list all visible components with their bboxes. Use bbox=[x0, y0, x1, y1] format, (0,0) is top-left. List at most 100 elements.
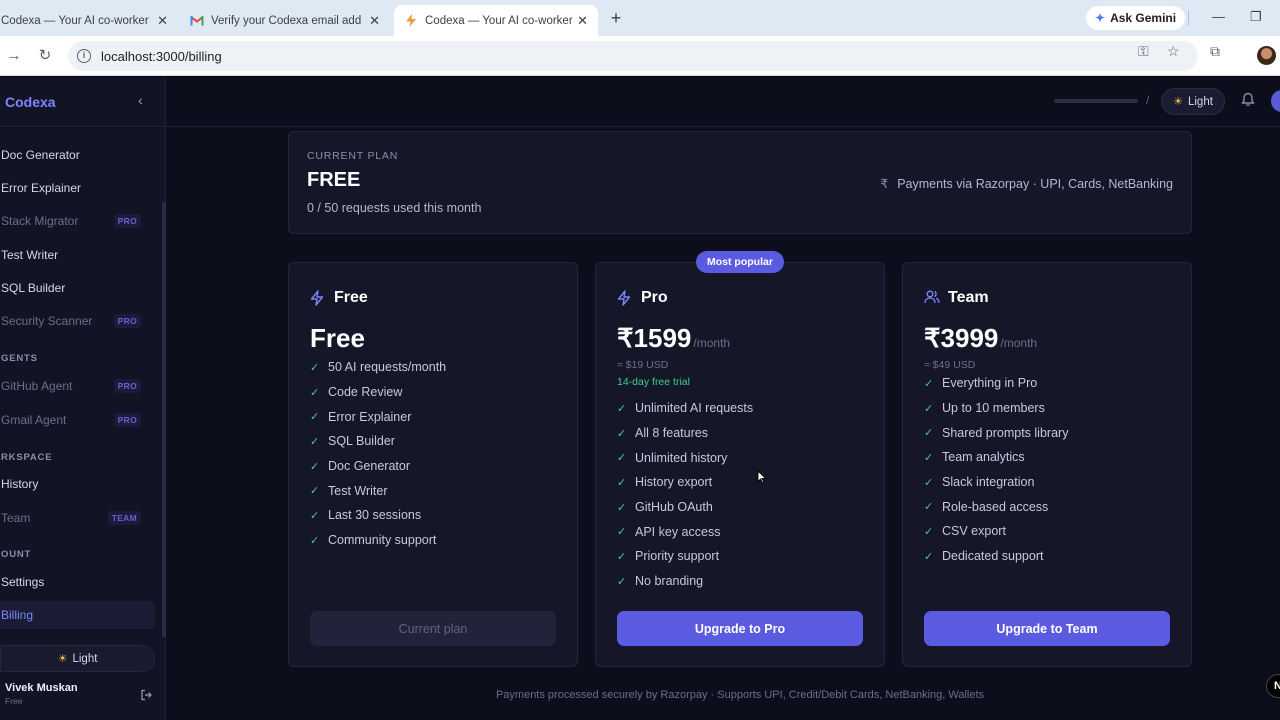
password-key-icon[interactable]: ⚿ bbox=[1138, 43, 1149, 60]
plan-name: Free bbox=[334, 289, 368, 306]
feature-text: History export bbox=[635, 475, 713, 490]
bookmark-star-icon[interactable]: ☆ bbox=[1167, 43, 1180, 60]
usd-equivalent: ≈ $49 USD bbox=[924, 359, 976, 371]
plan-header: Pro bbox=[617, 289, 668, 307]
feature-item: ✓ Slack integration bbox=[924, 470, 1068, 495]
omnibox[interactable]: i localhost:3000/billing bbox=[68, 41, 1198, 71]
browser-tab-active[interactable]: Codexa — Your AI co-worker fo ✕ bbox=[394, 5, 598, 36]
feature-text: 50 AI requests/month bbox=[328, 360, 447, 375]
feature-text: GitHub OAuth bbox=[635, 500, 713, 515]
close-tab-icon[interactable]: ✕ bbox=[369, 13, 380, 29]
sidebar-item-label: Settings bbox=[1, 575, 45, 589]
browser-tab[interactable]: Codexa — Your AI co-worker fo ✕ bbox=[0, 5, 178, 36]
feature-text: Slack integration bbox=[942, 475, 1035, 490]
feature-item: ✓ Dedicated support bbox=[924, 544, 1068, 569]
payment-footer-note: Payments processed securely by Razorpay … bbox=[495, 689, 985, 701]
tab-title: Codexa — Your AI co-worker fo bbox=[1, 14, 149, 27]
profile-avatar[interactable] bbox=[1257, 46, 1276, 65]
check-icon: ✓ bbox=[924, 427, 934, 440]
upgrade-to-pro-button[interactable]: Upgrade to Pro bbox=[617, 611, 863, 646]
sidebar-item-sql-builder[interactable]: SQL Builder bbox=[0, 274, 155, 302]
lightning-icon bbox=[617, 290, 633, 306]
user-name: Vivek Muskan bbox=[5, 682, 78, 694]
feature-text: SQL Builder bbox=[328, 434, 395, 449]
usd-equivalent: ≈ $19 USD bbox=[617, 359, 669, 371]
plan-name: Pro bbox=[641, 289, 668, 306]
restore-icon[interactable]: ❐ bbox=[1250, 9, 1262, 25]
feature-text: All 8 features bbox=[635, 426, 708, 441]
sidebar-item-settings[interactable]: Settings bbox=[0, 568, 155, 596]
pro-badge: PRO bbox=[113, 379, 141, 393]
sidebar-item-test-writer[interactable]: Test Writer bbox=[0, 241, 155, 269]
lightning-icon bbox=[310, 290, 326, 306]
check-icon: ✓ bbox=[617, 526, 627, 539]
ask-gemini-label: Ask Gemini bbox=[1110, 11, 1177, 25]
sidebar-item-billing[interactable]: Billing bbox=[0, 601, 155, 629]
tab-title: Codexa — Your AI co-worker fo bbox=[425, 14, 573, 27]
floating-n-badge[interactable]: N bbox=[1266, 674, 1280, 698]
sidebar-header: Codexa ‹ bbox=[0, 77, 166, 127]
sidebar-item-label: Test Writer bbox=[1, 248, 59, 262]
site-info-icon[interactable]: i bbox=[77, 49, 91, 63]
sidebar-item-security-scanner[interactable]: Security Scanner PRO bbox=[0, 307, 155, 335]
feature-item: ✓ SQL Builder bbox=[310, 429, 446, 454]
new-tab-icon[interactable]: + bbox=[606, 8, 626, 28]
ask-gemini-button[interactable]: ✦ Ask Gemini bbox=[1086, 6, 1186, 30]
tab-search-icon[interactable]: ⧉ bbox=[1210, 43, 1220, 60]
feature-text: Team analytics bbox=[942, 450, 1025, 465]
sidebar-item-error-explainer[interactable]: Error Explainer bbox=[0, 174, 155, 202]
feature-text: Unlimited history bbox=[635, 450, 728, 465]
check-icon: ✓ bbox=[310, 435, 320, 448]
reload-icon[interactable]: ↻ bbox=[35, 46, 55, 66]
user-avatar[interactable] bbox=[1271, 90, 1280, 112]
check-icon: ✓ bbox=[924, 402, 934, 415]
sidebar-item-stack-migrator[interactable]: Stack Migrator PRO bbox=[0, 207, 155, 235]
feature-text: Up to 10 members bbox=[942, 401, 1045, 416]
plan-card-free: Free Free ✓ 50 AI requests/month ✓ Code Re… bbox=[288, 262, 578, 667]
feature-item: ✓ All 8 features bbox=[617, 421, 753, 446]
feature-item: ✓ Doc Generator bbox=[310, 454, 446, 479]
current-plan-name: FREE bbox=[307, 169, 361, 191]
check-icon: ✓ bbox=[310, 386, 320, 399]
feature-item: ✓ History export bbox=[617, 470, 753, 495]
plan-card-team: Team ₹3999/month ≈ $49 USD ✓ Everything i… bbox=[902, 262, 1192, 667]
minimize-icon[interactable]: — bbox=[1212, 9, 1225, 24]
feature-item: ✓ 50 AI requests/month bbox=[310, 355, 446, 380]
notifications-bell-icon[interactable] bbox=[1241, 92, 1259, 110]
browser-tab[interactable]: Verify your Codexa email addre ✕ bbox=[180, 5, 390, 36]
check-icon: ✓ bbox=[924, 501, 934, 514]
user-profile[interactable]: Vivek Muskan Free bbox=[5, 682, 78, 706]
feature-text: Everything in Pro bbox=[942, 376, 1038, 391]
plan-header: Team bbox=[924, 289, 989, 307]
sidebar-item-team[interactable]: Team TEAM bbox=[0, 504, 155, 532]
light-mode-button[interactable]: ☀ Light bbox=[1161, 88, 1225, 115]
collapse-sidebar-icon[interactable]: ‹ bbox=[138, 92, 143, 108]
feature-text: Shared prompts library bbox=[942, 425, 1069, 440]
url-text[interactable]: localhost:3000/billing bbox=[101, 49, 222, 64]
sun-icon: ☀ bbox=[1173, 96, 1183, 108]
feature-item: ✓ CSV export bbox=[924, 519, 1068, 544]
close-tab-icon[interactable]: ✕ bbox=[157, 13, 168, 29]
feature-list: ✓ Everything in Pro ✓ Up to 10 members ✓ Sh… bbox=[924, 371, 1068, 569]
forward-icon[interactable]: → bbox=[4, 46, 24, 66]
current-plan-button[interactable]: Current plan bbox=[310, 611, 556, 646]
gemini-icon: ✦ bbox=[1095, 11, 1106, 25]
check-icon: ✓ bbox=[617, 427, 627, 440]
check-icon: ✓ bbox=[310, 509, 320, 522]
sidebar-scrollbar[interactable] bbox=[162, 202, 166, 637]
sidebar-item-gmail-agent[interactable]: Gmail Agent PRO bbox=[0, 406, 155, 434]
logout-icon[interactable] bbox=[140, 689, 152, 704]
close-tab-icon[interactable]: ✕ bbox=[577, 13, 588, 29]
sidebar-item-doc-generator[interactable]: Doc Generator bbox=[0, 141, 155, 169]
users-icon bbox=[924, 290, 940, 306]
upgrade-to-team-button[interactable]: Upgrade to Team bbox=[924, 611, 1170, 646]
sidebar-item-history[interactable]: History bbox=[0, 470, 155, 498]
sidebar-item-github-agent[interactable]: GitHub Agent PRO bbox=[0, 372, 155, 400]
feature-list: ✓ 50 AI requests/month ✓ Code Review ✓ Erro… bbox=[310, 355, 446, 553]
brand-logo[interactable]: Codexa bbox=[5, 94, 56, 110]
theme-toggle-button[interactable]: ☀ Light bbox=[0, 645, 155, 672]
feature-item: ✓ Team analytics bbox=[924, 445, 1068, 470]
sidebar-item-label: SQL Builder bbox=[1, 281, 66, 295]
feature-item: ✓ Everything in Pro bbox=[924, 371, 1068, 396]
gmail-icon bbox=[190, 14, 204, 28]
